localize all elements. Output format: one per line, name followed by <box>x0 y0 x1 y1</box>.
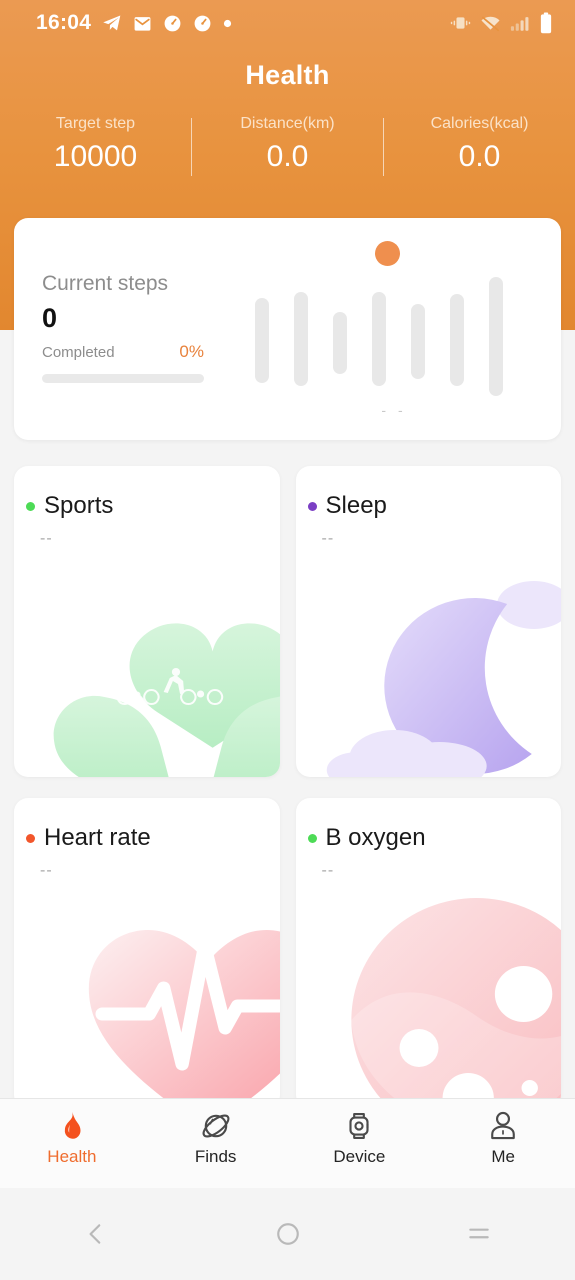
metric-title: Heart rate <box>44 824 151 851</box>
smartwatch-icon <box>349 1113 369 1139</box>
person-icon <box>491 1111 515 1140</box>
completed-percent: 0% <box>179 342 204 361</box>
metric-title: B oxygen <box>325 824 426 851</box>
tab-me[interactable]: Me <box>431 1099 575 1167</box>
tab-health[interactable]: Health <box>0 1099 144 1167</box>
status-dot <box>307 833 317 843</box>
tab-label: Finds <box>194 1147 237 1166</box>
bottom-tab-bar: Health Finds Device Me <box>0 1098 575 1188</box>
steps-summary: Current steps 0 Completed 0% <box>42 270 242 383</box>
wifi-off-icon <box>481 16 500 31</box>
metric-header: B oxygen <box>296 798 562 852</box>
clock-icon <box>194 15 211 31</box>
steps-title: Current steps <box>42 272 169 295</box>
chart-marker-dot <box>375 241 400 266</box>
stat-label: Target step <box>55 115 136 132</box>
signal-icon <box>510 16 529 31</box>
chart-x-label: - - <box>381 402 407 418</box>
chart-bar <box>489 276 503 396</box>
mail-icon <box>134 16 151 31</box>
metric-card-sleep[interactable]: Sleep -- <box>295 466 562 777</box>
status-bar-right <box>450 12 553 34</box>
metric-header: Heart rate <box>14 798 280 852</box>
stat-value: 10000 <box>53 140 138 173</box>
metric-card-b-oxygen[interactable]: B oxygen -- <box>295 798 562 1109</box>
steps-progress-row: Completed 0% <box>42 342 204 362</box>
metrics-row-2: Heart rate -- B oxygen -- <box>0 798 575 1109</box>
stat-distance: Distance(km) 0.0 <box>192 112 383 180</box>
metrics-grid: Sports -- Sleep -- Heart rate -- B oxyge… <box>0 466 575 1130</box>
nav-recents-button[interactable] <box>383 1221 575 1247</box>
stat-value: 0.0 <box>458 140 501 173</box>
status-dot <box>26 833 35 843</box>
vibrate-icon <box>450 17 471 29</box>
stat-label: Distance(km) <box>240 115 335 132</box>
stat-target-step: Target step 10000 <box>0 112 191 180</box>
chart-bar <box>294 292 308 387</box>
page-title: Health <box>245 60 330 90</box>
clock-icon <box>164 15 181 31</box>
status-dot <box>307 501 317 511</box>
metric-title: Sports <box>44 492 114 519</box>
chart-bar <box>255 297 269 384</box>
chart-bar <box>333 311 347 375</box>
metric-header: Sleep <box>296 466 562 520</box>
header-stats: Target step 10000 Distance(km) 0.0 Calor… <box>0 112 575 180</box>
tab-label: Me <box>491 1147 515 1166</box>
current-steps-card[interactable]: Current steps 0 Completed 0% - - <box>14 218 561 440</box>
dot-icon <box>224 19 232 27</box>
steps-value: 0 <box>42 303 58 333</box>
tab-device[interactable]: Device <box>288 1099 432 1167</box>
nav-home-button[interactable] <box>192 1221 384 1247</box>
tab-label: Device <box>333 1147 386 1166</box>
tab-label: Health <box>47 1147 97 1166</box>
menu-lines-icon <box>469 1228 489 1239</box>
chart-bar <box>450 293 464 386</box>
telegram-icon <box>103 15 121 31</box>
status-time: 16:04 <box>36 11 92 34</box>
flame-icon <box>64 1111 81 1139</box>
metric-value: -- <box>40 530 53 547</box>
completed-label: Completed <box>42 344 115 361</box>
metric-value: -- <box>40 862 53 879</box>
steps-bar-chart[interactable]: - - <box>244 230 544 430</box>
planet-icon <box>202 1114 230 1138</box>
chart-bars <box>244 270 544 400</box>
metric-value: -- <box>321 530 335 547</box>
circle-icon <box>276 1223 299 1245</box>
chart-bar <box>411 303 425 380</box>
status-dot <box>26 501 35 511</box>
stat-value: 0.0 <box>266 140 309 173</box>
metrics-row-1: Sports -- Sleep -- <box>0 466 575 777</box>
metric-card-sports[interactable]: Sports -- <box>14 466 280 777</box>
metric-title: Sleep <box>325 492 387 519</box>
metric-header: Sports <box>14 466 280 520</box>
stat-calories: Calories(kcal) 0.0 <box>384 112 575 180</box>
status-bar-left: 16:04 <box>36 11 232 35</box>
metric-card-heart-rate[interactable]: Heart rate -- <box>14 798 280 1109</box>
status-bar: 16:04 <box>0 0 575 46</box>
stat-label: Calories(kcal) <box>430 115 529 132</box>
chart-bar <box>372 292 386 387</box>
nav-back-button[interactable] <box>0 1221 192 1247</box>
metric-value: -- <box>321 862 335 879</box>
tab-finds[interactable]: Finds <box>144 1099 288 1167</box>
chevron-left-icon <box>89 1224 101 1244</box>
battery-icon <box>540 12 552 34</box>
steps-progress-bar <box>42 374 204 383</box>
system-navigation-bar <box>0 1188 575 1280</box>
app-screen: 16:04 Health Target step 10000 Distance(… <box>0 0 575 1280</box>
